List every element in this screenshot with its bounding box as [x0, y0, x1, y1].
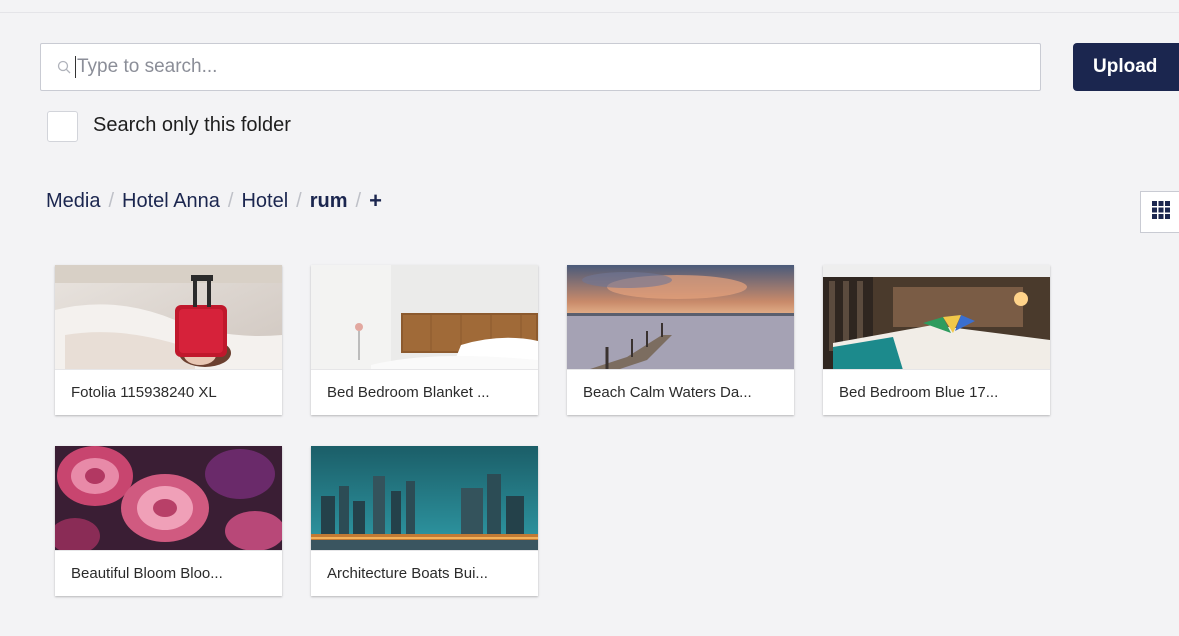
search-icon — [57, 60, 71, 74]
photo-woman-suitcase — [55, 265, 282, 370]
breadcrumb: Media / Hotel Anna / Hotel / rum / + — [46, 188, 382, 214]
upload-button[interactable]: Upload — [1073, 43, 1179, 91]
media-item-caption: Architecture Boats Bui... — [311, 550, 538, 596]
media-item[interactable]: Architecture Boats Bui... — [311, 446, 538, 596]
search-input[interactable] — [77, 47, 977, 87]
search-field[interactable] — [40, 43, 1041, 91]
breadcrumb-item-hotel[interactable]: Hotel — [241, 190, 288, 213]
search-only-folder-checkbox[interactable] — [47, 111, 78, 142]
grid-icon — [1151, 200, 1171, 225]
photo-bed-headboard — [311, 265, 538, 370]
breadcrumb-separator: / — [227, 189, 234, 212]
top-divider — [0, 12, 1179, 13]
media-item[interactable]: Beautiful Bloom Bloo... — [55, 446, 282, 596]
photo-city-skyline — [311, 446, 538, 551]
breadcrumb-separator: / — [108, 189, 115, 212]
breadcrumb-item-hotel-anna[interactable]: Hotel Anna — [122, 190, 220, 213]
media-item[interactable]: Fotolia 115938240 XL — [55, 265, 282, 415]
breadcrumb-item-media[interactable]: Media — [46, 190, 100, 213]
search-only-folder-label: Search only this folder — [93, 114, 291, 136]
add-folder-button[interactable]: + — [369, 188, 382, 214]
photo-pink-roses — [55, 446, 282, 551]
media-item[interactable]: Bed Bedroom Blanket ... — [311, 265, 538, 415]
grid-view-toggle[interactable] — [1140, 191, 1179, 233]
media-item[interactable]: Beach Calm Waters Da... — [567, 265, 794, 415]
media-item-caption: Bed Bedroom Blue 17... — [823, 369, 1050, 415]
breadcrumb-item-rum: rum — [309, 189, 348, 212]
media-item[interactable]: Bed Bedroom Blue 17... — [823, 265, 1050, 415]
photo-pier-sunset — [567, 265, 794, 370]
breadcrumb-separator: / — [355, 189, 362, 212]
media-item-caption: Fotolia 115938240 XL — [55, 369, 282, 415]
text-caret — [75, 56, 76, 78]
media-item-caption: Beautiful Bloom Bloo... — [55, 550, 282, 596]
breadcrumb-separator: / — [296, 189, 302, 212]
photo-hotel-room — [823, 265, 1050, 370]
media-item-caption: Bed Bedroom Blanket ... — [311, 369, 538, 415]
media-item-caption: Beach Calm Waters Da... — [567, 369, 794, 415]
